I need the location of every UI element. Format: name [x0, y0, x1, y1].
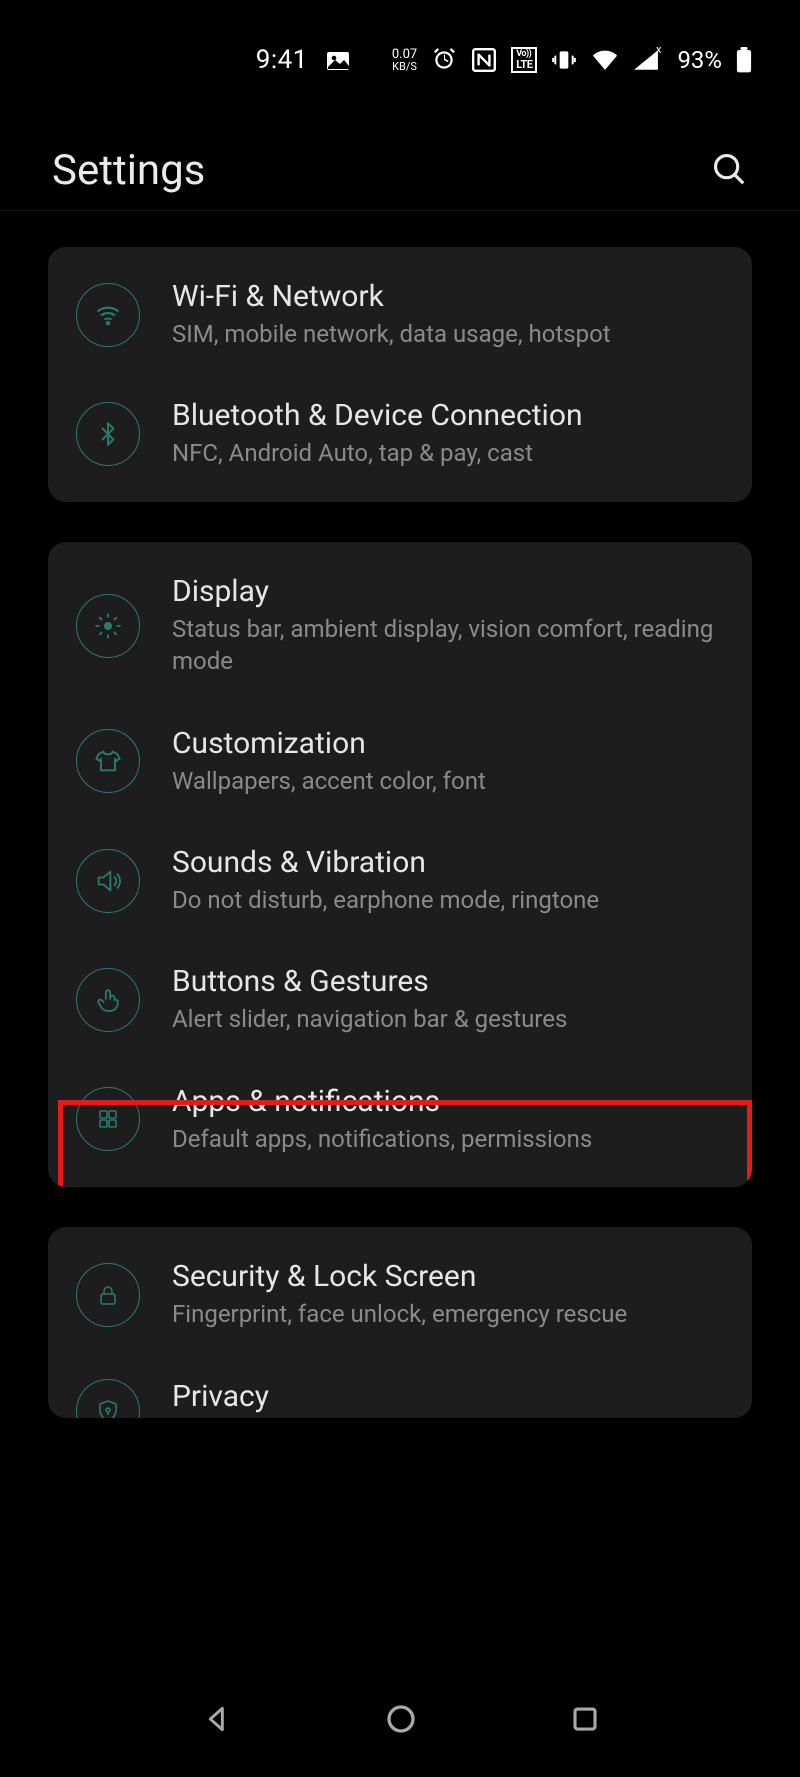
screenshot-icon [326, 49, 350, 71]
nav-recent-button[interactable] [570, 1704, 600, 1734]
settings-group-device: Display Status bar, ambient display, vis… [48, 542, 752, 1187]
settings-item-wifi[interactable]: Wi-Fi & Network SIM, mobile network, dat… [48, 255, 752, 374]
item-title: Apps & notifications [172, 1084, 724, 1119]
battery-icon [736, 47, 752, 73]
item-title: Sounds & Vibration [172, 845, 724, 880]
cell-signal-icon: x [633, 49, 659, 71]
item-title: Wi-Fi & Network [172, 279, 724, 314]
item-subtitle: Wallpapers, accent color, font [172, 765, 724, 797]
header-divider [0, 210, 800, 211]
item-subtitle: Status bar, ambient display, vision comf… [172, 613, 724, 678]
page-title: Settings [52, 146, 205, 195]
settings-item-apps[interactable]: Apps & notifications Default apps, notif… [48, 1060, 752, 1179]
navigation-bar [48, 1679, 752, 1759]
privacy-icon [76, 1379, 140, 1418]
settings-item-security[interactable]: Security & Lock Screen Fingerprint, face… [48, 1235, 752, 1354]
gesture-icon [76, 968, 140, 1032]
item-subtitle: NFC, Android Auto, tap & pay, cast [172, 437, 724, 469]
item-title: Customization [172, 726, 724, 761]
settings-header: Settings [48, 146, 752, 195]
lock-icon [76, 1263, 140, 1327]
nfc-icon [471, 47, 497, 73]
settings-item-display[interactable]: Display Status bar, ambient display, vis… [48, 550, 752, 702]
nav-back-button[interactable] [201, 1703, 233, 1735]
wifi-status-icon [591, 49, 619, 71]
settings-item-customization[interactable]: Customization Wallpapers, accent color, … [48, 702, 752, 821]
item-title: Privacy [172, 1379, 724, 1414]
settings-item-privacy[interactable]: Privacy [48, 1355, 752, 1418]
settings-item-sounds[interactable]: Sounds & Vibration Do not disturb, earph… [48, 821, 752, 940]
item-subtitle: Default apps, notifications, permissions [172, 1123, 724, 1155]
status-clock: 9:41 [256, 45, 308, 75]
item-title: Display [172, 574, 724, 609]
item-subtitle: SIM, mobile network, data usage, hotspot [172, 318, 724, 350]
settings-item-buttons[interactable]: Buttons & Gestures Alert slider, navigat… [48, 940, 752, 1059]
item-subtitle: Alert slider, navigation bar & gestures [172, 1003, 724, 1035]
settings-item-bluetooth[interactable]: Bluetooth & Device Connection NFC, Andro… [48, 374, 752, 493]
status-bar: 9:41 0.07 KB/S Vo)) LTE x 93% [48, 30, 752, 90]
display-icon [76, 594, 140, 658]
sound-icon [76, 849, 140, 913]
alarm-icon [431, 47, 457, 73]
settings-group-security: Security & Lock Screen Fingerprint, face… [48, 1227, 752, 1417]
search-button[interactable] [710, 150, 748, 192]
tshirt-icon [76, 729, 140, 793]
nav-home-button[interactable] [385, 1703, 417, 1735]
item-title: Buttons & Gestures [172, 964, 724, 999]
vibrate-icon [551, 47, 577, 73]
item-title: Security & Lock Screen [172, 1259, 724, 1294]
item-subtitle: Do not disturb, earphone mode, ringtone [172, 884, 724, 916]
data-rate-indicator: 0.07 KB/S [392, 48, 417, 72]
item-title: Bluetooth & Device Connection [172, 398, 724, 433]
settings-group-network: Wi-Fi & Network SIM, mobile network, dat… [48, 247, 752, 502]
volte-icon: Vo)) LTE [511, 47, 537, 73]
item-subtitle: Fingerprint, face unlock, emergency resc… [172, 1298, 724, 1330]
settings-list[interactable]: Wi-Fi & Network SIM, mobile network, dat… [48, 247, 752, 1694]
wifi-icon [76, 283, 140, 347]
bluetooth-icon [76, 402, 140, 466]
battery-percentage: 93% [677, 46, 722, 74]
apps-icon [76, 1087, 140, 1151]
